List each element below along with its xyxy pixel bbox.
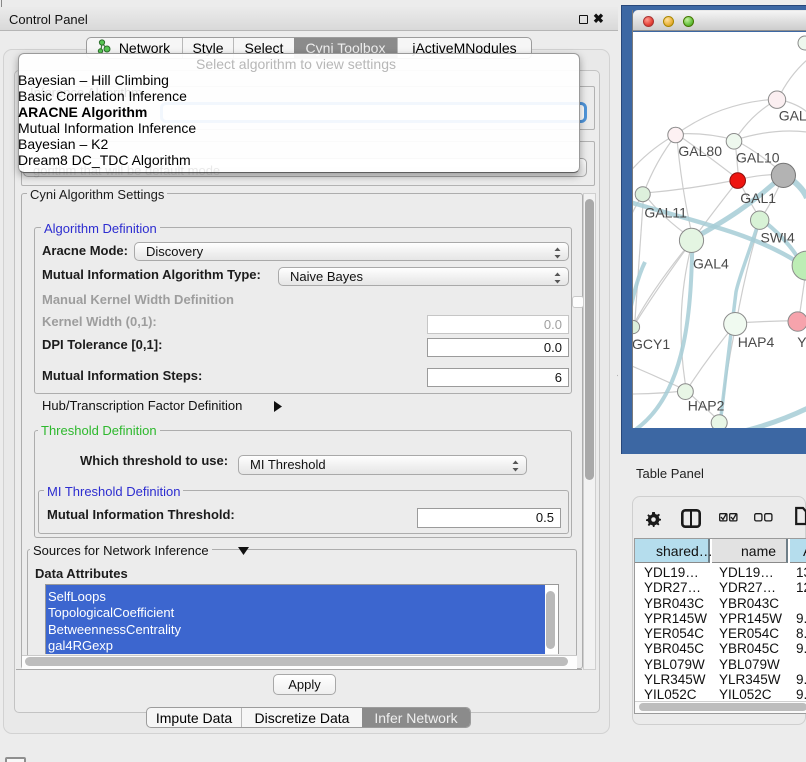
svg-text:GAL1: GAL1 [740, 190, 776, 206]
svg-text:HAP2: HAP2 [688, 398, 725, 414]
svg-text:GCY1: GCY1 [633, 336, 670, 352]
svg-text:GAL4: GAL4 [693, 256, 729, 272]
svg-text:SWI4: SWI4 [761, 230, 795, 246]
svg-text:Y: Y [797, 334, 806, 350]
svg-text:GAL11: GAL11 [644, 204, 687, 220]
svg-text:HAP4: HAP4 [738, 334, 775, 350]
svg-text:GAL10: GAL10 [736, 149, 780, 165]
svg-text:GAL2: GAL2 [779, 108, 806, 124]
svg-text:GAL80: GAL80 [678, 143, 722, 159]
